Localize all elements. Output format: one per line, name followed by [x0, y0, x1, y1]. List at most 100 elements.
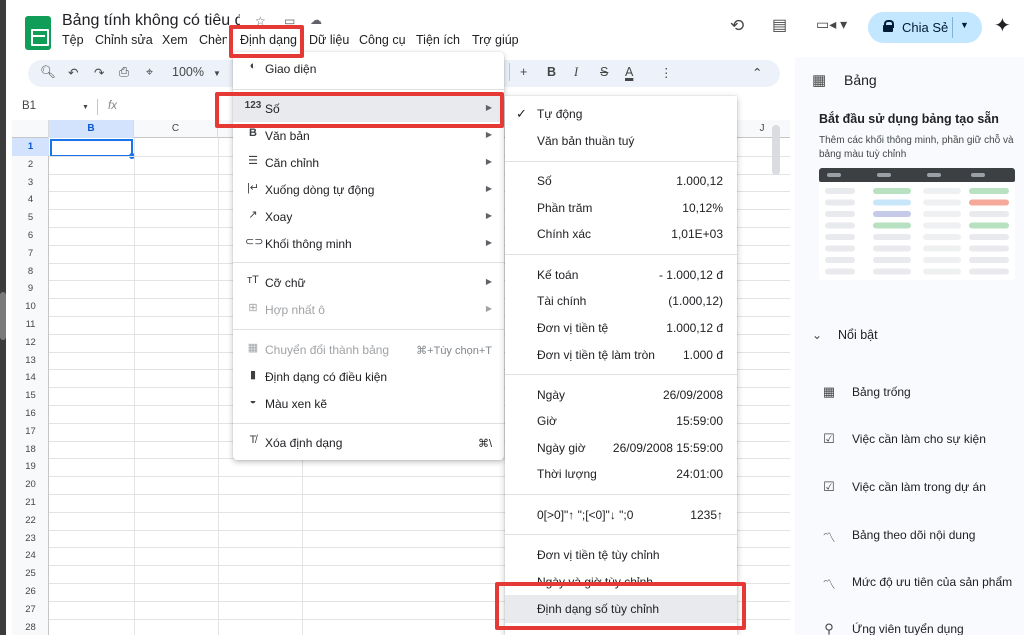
menu-insert[interactable]: Chèn — [199, 33, 227, 47]
menu-extensions[interactable]: Tiện ích — [416, 33, 460, 47]
select-all-corner[interactable] — [12, 120, 49, 138]
menu-item-clear-formatting[interactable]: T̸ Xóa định dạng ⌘\ — [233, 429, 504, 456]
template-item[interactable]: Ứng viên tuyển dụng — [852, 622, 964, 635]
row-header[interactable]: 23 — [12, 533, 49, 544]
submenu-item-time[interactable]: Giờ 15:59:00 — [505, 408, 737, 434]
table-template-preview[interactable] — [819, 168, 1015, 280]
gemini-icon[interactable]: ✦ — [994, 13, 1011, 38]
menu-item-rotation[interactable]: ↗ Xoay ▶ — [233, 203, 504, 230]
name-box-dropdown-icon[interactable]: ▼ — [82, 104, 89, 111]
template-item[interactable]: Bảng trống — [852, 385, 911, 399]
name-box[interactable]: B1 — [22, 100, 36, 112]
menu-view[interactable]: Xem — [162, 33, 188, 47]
template-item[interactable]: Việc cần làm trong dự án — [852, 480, 986, 494]
vertical-scrollbar[interactable] — [772, 125, 780, 175]
row-header[interactable]: 4 — [12, 194, 49, 205]
menu-data[interactable]: Dữ liệu — [309, 33, 349, 47]
row-header[interactable]: 5 — [12, 212, 49, 223]
row-header[interactable]: 22 — [12, 515, 49, 526]
selected-cell-b1[interactable] — [50, 139, 135, 159]
row-header[interactable]: 1 — [12, 138, 49, 156]
row-header[interactable]: 19 — [12, 461, 49, 472]
menu-edit[interactable]: Chỉnh sửa — [95, 33, 153, 47]
share-button[interactable]: Chia Sẻ ▼ — [868, 12, 982, 43]
row-header[interactable]: 27 — [12, 604, 49, 615]
row-header[interactable]: 18 — [12, 444, 49, 455]
template-item[interactable]: Việc cần làm cho sự kiện — [852, 432, 986, 446]
resize-handle[interactable] — [0, 292, 6, 340]
row-header[interactable]: 17 — [12, 426, 49, 437]
row-header[interactable]: 21 — [12, 497, 49, 508]
column-header-b[interactable]: B — [49, 120, 134, 138]
paint-format-icon[interactable]: ⌖ — [146, 65, 153, 80]
column-header-j[interactable]: J — [734, 120, 790, 138]
submenu-item-accounting[interactable]: Kế toán - 1.000,12 đ — [505, 262, 737, 288]
submenu-item-scientific[interactable]: Chính xác 1,01E+03 — [505, 221, 737, 247]
row-header[interactable]: 24 — [12, 550, 49, 561]
row-header[interactable]: 15 — [12, 390, 49, 401]
zoom-select[interactable]: 100% — [172, 65, 204, 79]
row-header[interactable]: 10 — [12, 301, 49, 312]
menu-item-font-size[interactable]: тT Cỡ chữ ▶ — [233, 269, 504, 296]
italic-button[interactable]: I — [574, 65, 578, 80]
undo-icon[interactable]: ↶ — [68, 65, 78, 80]
more-icon[interactable]: ⋮ — [660, 65, 673, 80]
row-header[interactable]: 25 — [12, 568, 49, 579]
menu-item-alternating-colors[interactable]: ◒ Màu xen kẽ — [233, 390, 504, 417]
featured-section-label[interactable]: Nổi bật — [838, 328, 878, 342]
submenu-item-currency[interactable]: Đơn vị tiền tệ 1.000,12 đ — [505, 315, 737, 341]
row-header[interactable]: 20 — [12, 479, 49, 490]
menu-item-alignment[interactable]: ☰ Căn chỉnh ▶ — [233, 149, 504, 176]
meet-icon[interactable]: ▭◂ ▾ — [816, 16, 847, 33]
menu-item-theme[interactable]: ◐ Giao diện — [233, 55, 504, 82]
document-title[interactable]: Bảng tính không có tiêu đề — [62, 12, 240, 30]
submenu-item-date[interactable]: Ngày 26/09/2008 — [505, 382, 737, 408]
row-header[interactable]: 8 — [12, 266, 49, 277]
submenu-item-currency-rounded[interactable]: Đơn vị tiền tệ làm tròn 1.000 đ — [505, 342, 737, 368]
row-header[interactable]: 13 — [12, 355, 49, 366]
row-header[interactable]: 7 — [12, 248, 49, 259]
menu-item-conditional-formatting[interactable]: ▮ Định dạng có điều kiện — [233, 363, 504, 390]
collapse-toolbar-icon[interactable]: ⌃ — [752, 65, 762, 80]
row-header[interactable]: 12 — [12, 337, 49, 348]
search-menus-icon[interactable]: 🔍︎ — [40, 65, 56, 80]
text-color-button[interactable]: A — [625, 65, 633, 79]
row-header[interactable]: 28 — [12, 622, 49, 633]
bold-button[interactable]: B — [547, 65, 556, 79]
submenu-item-duration[interactable]: Thời lượng 24:01:00 — [505, 461, 737, 487]
redo-icon[interactable]: ↷ — [94, 65, 104, 80]
row-header[interactable]: 2 — [12, 159, 49, 170]
column-header-c[interactable]: C — [134, 120, 218, 138]
submenu-item-number[interactable]: Số 1.000,12 — [505, 168, 737, 194]
submenu-item-custom-currency[interactable]: Đơn vị tiền tệ tùy chỉnh — [505, 542, 737, 568]
submenu-item-custom-pattern[interactable]: 0[>0]"↑ ";[<0]"↓ ";0 1235↑ — [505, 502, 737, 528]
history-icon[interactable]: ⟲ — [730, 16, 744, 36]
submenu-item-plain-text[interactable]: Văn bản thuần tuý — [505, 128, 737, 154]
comments-icon[interactable]: ▤ — [772, 15, 787, 35]
row-header[interactable]: 11 — [12, 319, 49, 330]
menu-help[interactable]: Trợ giúp — [472, 33, 519, 47]
row-header[interactable]: 6 — [12, 230, 49, 241]
submenu-item-datetime[interactable]: Ngày giờ 26/09/2008 15:59:00 — [505, 435, 737, 461]
row-header[interactable]: 14 — [12, 372, 49, 383]
share-dropdown-icon[interactable]: ▼ — [960, 20, 969, 30]
menu-item-smart-chips[interactable]: ⊂⊃ Khối thông minh ▶ — [233, 230, 504, 257]
row-header[interactable]: 9 — [12, 283, 49, 294]
chevron-down-icon[interactable]: ⌄ — [812, 328, 822, 342]
submenu-item-percent[interactable]: Phần trăm 10,12% — [505, 195, 737, 221]
zoom-dropdown-icon[interactable]: ▼ — [213, 69, 221, 78]
template-item[interactable]: Bảng theo dõi nội dung — [852, 528, 975, 542]
menu-file[interactable]: Tệp — [62, 33, 84, 47]
menu-item-wrapping[interactable]: |↵ Xuống dòng tự động ▶ — [233, 176, 504, 203]
submenu-item-financial[interactable]: Tài chính (1.000,12) — [505, 288, 737, 314]
template-item[interactable]: Mức độ ưu tiên của sản phẩm — [852, 575, 1012, 589]
print-icon[interactable]: ⎙ — [119, 65, 129, 80]
sheets-logo-icon[interactable] — [25, 16, 51, 50]
row-header[interactable]: 16 — [12, 408, 49, 419]
menu-tools[interactable]: Công cụ — [359, 33, 406, 47]
row-header[interactable]: 26 — [12, 586, 49, 597]
submenu-item-automatic[interactable]: ✓ Tự động — [505, 101, 737, 127]
add-icon[interactable]: + — [520, 65, 527, 79]
row-header[interactable]: 3 — [12, 177, 49, 188]
strikethrough-button[interactable]: S — [600, 65, 608, 79]
